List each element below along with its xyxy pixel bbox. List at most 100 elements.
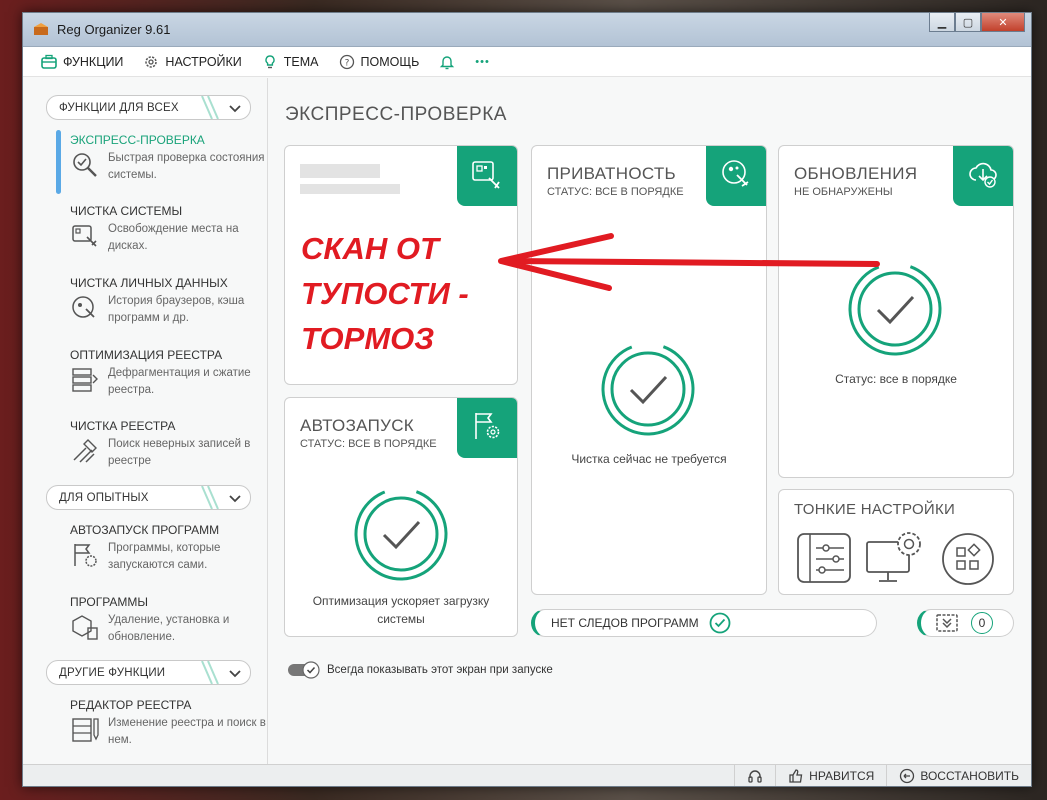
menu-settings[interactable]: НАСТРОЙКИ [143,54,242,70]
sidebar-item-private-data[interactable]: ЧИСТКА ЛИЧНЫХ ДАННЫХ История браузеров, … [70,276,260,336]
card-corner [953,146,1013,206]
sidebar-item-desc: Поиск неверных записей в реестре [108,438,251,467]
no-traces-label: НЕТ СЛЕДОВ ПРОГРАММ [551,616,699,630]
annotation-line-1: СКАН ОТ [301,231,439,266]
privacy-broom-icon [722,160,749,187]
menu-theme-label: ТЕМА [283,54,319,69]
question-icon: ? [339,54,354,69]
sidebar-item-title: ПРОГРАММЫ [70,595,149,609]
section-advanced-label: ДЛЯ ОПЫТНЫХ [59,491,149,504]
close-button[interactable]: ✕ [981,13,1025,32]
registry-optimize-icon [72,368,98,392]
support-button[interactable] [734,765,775,786]
blurred-status [300,184,400,194]
card-autorun[interactable]: АВТОЗАПУСК СТАТУС: ВСЕ В ПОРЯДКЕ Оптимиз… [284,397,518,637]
sidebar-item-title: ЧИСТКА СИСТЕМЫ [70,204,183,218]
check-circle-icon [709,612,731,634]
chevron-down-icon [229,670,241,678]
gear-icon [145,55,158,68]
sidebar-item-title: АВТОЗАПУСК ПРОГРАММ [70,523,220,537]
sidebar-item-desc: Изменение реестра и поиск в нем. [108,717,266,746]
toolbox-icon [41,54,57,69]
stripes-decoration [201,96,219,119]
lightbulb-icon [265,54,275,68]
privacy-check-ring [601,342,695,436]
thumbs-up-icon [789,768,803,783]
restore-icon [900,768,915,783]
card-tweaks-title: ТОНКИЕ НАСТРОЙКИ [794,501,956,518]
app-logo-icon [34,23,48,35]
toggle-switch[interactable] [287,661,321,679]
card-tweaks[interactable]: ТОНКИЕ НАСТРОЙКИ [778,489,1014,595]
like-button[interactable]: НРАВИТСЯ [775,765,886,786]
title-bar[interactable]: Reg Organizer 9.61 ▁ ▢ ✕ [23,13,1031,47]
sidebar-item-autorun[interactable]: АВТОЗАПУСК ПРОГРАММ Программы, которые з… [70,523,260,583]
autorun-check-ring [354,487,448,581]
apps-grid-icon[interactable] [941,532,995,586]
sidebar-item-registry-cleanup[interactable]: ЧИСТКА РЕЕСТРА Поиск неверных записей в … [70,419,260,479]
app-window: Reg Organizer 9.61 ▁ ▢ ✕ ФУНКЦИИ НАСТРОЙ… [22,12,1032,787]
always-show-toggle-row[interactable]: Всегда показывать этот экран при запуске [287,661,553,679]
updates-check-ring [848,262,942,356]
sidebar-item-express-check[interactable]: ЭКСПРЕСС-ПРОВЕРКА Быстрая проверка состо… [70,133,265,193]
card-privacy-status: СТАТУС: ВСЕ В ПОРЯДКЕ [547,186,684,198]
more-icon: ••• [475,55,490,68]
chip-chevron-icon [936,614,958,632]
disk-cleanup-icon [472,161,500,189]
settings-panel-icon[interactable] [796,532,852,584]
sidebar-item-registry-editor[interactable]: РЕДАКТОР РЕЕСТРА Изменение реестра и пои… [70,698,266,758]
sidebar-item-desc: История браузеров, кэша программ и др. [108,295,245,324]
flag-gear-icon [475,413,500,439]
notifications-bell[interactable] [439,54,455,70]
like-label: НРАВИТСЯ [809,768,875,783]
registry-broom-icon [73,439,97,463]
svg-text:?: ? [344,58,349,68]
chevron-down-icon [229,105,241,113]
sidebar-item-title: ОПТИМИЗАЦИЯ РЕЕСТРА [70,348,223,362]
section-other-label: ДРУГИЕ ФУНКЦИИ [59,666,166,679]
maximize-button[interactable]: ▢ [955,13,981,32]
section-for-all-label: ФУНКЦИИ ДЛЯ ВСЕХ [59,101,179,114]
card-privacy[interactable]: ПРИВАТНОСТЬ СТАТУС: ВСЕ В ПОРЯДКЕ Чистка… [531,145,767,595]
sidebar-item-desc: Быстрая проверка состояния системы. [108,152,265,181]
card-corner [457,146,517,206]
section-for-all[interactable]: ФУНКЦИИ ДЛЯ ВСЕХ [46,95,251,120]
restore-label: ВОССТАНОВИТЬ [920,768,1019,783]
menu-theme[interactable]: ТЕМА [262,54,319,70]
card-disk-cleanup[interactable]: СКАН ОТ ТУПОСТИ - ТОРМОЗ [284,145,518,385]
section-other[interactable]: ДРУГИЕ ФУНКЦИИ [46,660,251,685]
always-show-label: Всегда показывать этот экран при запуске [327,664,553,676]
section-advanced[interactable]: ДЛЯ ОПЫТНЫХ [46,485,251,510]
menu-settings-label: НАСТРОЙКИ [165,54,242,69]
card-autorun-status: СТАТУС: ВСЕ В ПОРЯДКЕ [300,438,437,450]
no-traces-button[interactable]: НЕТ СЛЕДОВ ПРОГРАММ [531,609,877,637]
privacy-broom-icon [72,296,95,318]
sidebar-item-system-cleanup[interactable]: ЧИСТКА СИСТЕМЫ Освобождение места на дис… [70,204,260,264]
menu-help[interactable]: ? ПОМОЩЬ [339,54,420,70]
counter-badge: 0 [971,612,993,634]
card-corner [706,146,766,206]
sidebar-item-registry-optimization[interactable]: ОПТИМИЗАЦИЯ РЕЕСТРА Дефрагментация и сжа… [70,348,260,408]
minimize-button[interactable]: ▁ [929,13,955,32]
monitor-gear-icon[interactable] [865,530,925,586]
annotation-line-2: ТУПОСТИ - [301,276,469,311]
main-area: ФУНКЦИИ ДЛЯ ВСЕХ ЭКСПРЕСС-ПРОВЕРКА Быстр… [23,78,1031,764]
menu-help-label: ПОМОЩЬ [360,54,420,69]
card-updates[interactable]: ОБНОВЛЕНИЯ НЕ ОБНАРУЖЕНЫ Статус: все в п… [778,145,1014,478]
stripes-decoration [201,486,219,509]
disk-cleanup-icon [72,225,97,247]
card-privacy-message: Чистка сейчас не требуется [571,452,727,466]
sidebar-item-desc: Освобождение места на дисках. [108,223,239,252]
menu-functions[interactable]: ФУНКЦИИ [41,54,123,70]
window-controls: ▁ ▢ ✕ [929,13,1025,32]
sidebar-item-title: ЧИСТКА ЛИЧНЫХ ДАННЫХ [70,276,228,290]
box-trash-icon [72,615,98,640]
headset-icon [748,769,762,783]
restore-button[interactable]: ВОССТАНОВИТЬ [886,765,1031,786]
more-menu[interactable]: ••• [475,56,490,68]
card-updates-title: ОБНОВЛЕНИЯ [794,164,918,183]
blurred-title [300,164,380,178]
sidebar-item-programs[interactable]: ПРОГРАММЫ Удаление, установка и обновлен… [70,595,260,655]
counter-button[interactable]: 0 [917,609,1014,637]
menu-bar: ФУНКЦИИ НАСТРОЙКИ ТЕМА ? ПОМОЩЬ ••• [23,47,1031,77]
